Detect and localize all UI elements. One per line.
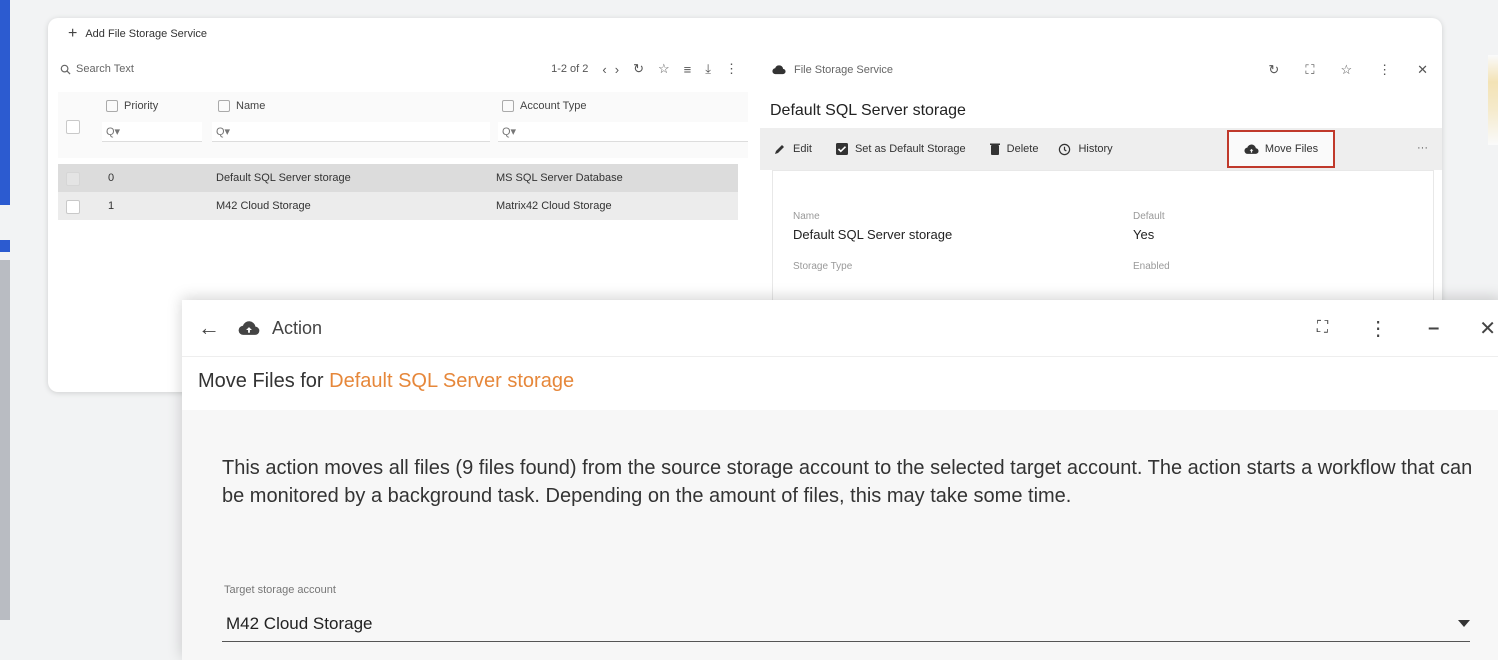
filter-icon[interactable]: ≡ bbox=[684, 62, 692, 77]
cell-account-type: Matrix42 Cloud Storage bbox=[496, 200, 612, 212]
cell-priority: 0 bbox=[108, 172, 115, 184]
edge-yellow-strip bbox=[1488, 55, 1498, 145]
more-vert-icon[interactable]: ⋮ bbox=[725, 61, 738, 77]
add-file-storage-label: Add File Storage Service bbox=[85, 28, 208, 40]
minimize-icon[interactable]: – bbox=[1428, 317, 1439, 340]
detail-header: File Storage Service ↻ ⛶ ☆ ⋮ ✕ bbox=[760, 58, 1442, 82]
dialog-header: ← Action ⛶ ⋮ – ✕ bbox=[182, 300, 1498, 357]
subtitle-prefix: Move Files for bbox=[198, 370, 324, 392]
refresh-icon[interactable]: ↻ bbox=[1268, 62, 1279, 78]
edge-blue-strip-small bbox=[0, 240, 10, 252]
checkbox-checked-icon bbox=[835, 143, 848, 155]
cloud-icon bbox=[238, 320, 260, 336]
target-storage-value: M42 Cloud Storage bbox=[226, 613, 373, 633]
name-filter[interactable]: Q▾ bbox=[212, 122, 490, 142]
expand-icon[interactable]: ⛶ bbox=[1305, 62, 1314, 78]
history-icon bbox=[1058, 143, 1071, 156]
column-priority-label: Priority bbox=[124, 100, 159, 112]
close-icon[interactable]: ✕ bbox=[1479, 316, 1496, 341]
dialog-subtitle: Move Files for Default SQL Server storag… bbox=[198, 370, 574, 393]
field-value: Default SQL Server storage bbox=[793, 227, 953, 242]
field-label: Default bbox=[1133, 211, 1165, 222]
column-name[interactable]: Name bbox=[218, 100, 265, 112]
dialog-title: Action bbox=[272, 317, 323, 338]
priority-filter[interactable]: Q▾ bbox=[102, 122, 202, 142]
cell-account-type: MS SQL Server Database bbox=[496, 172, 623, 184]
next-page-icon[interactable]: › bbox=[615, 62, 619, 77]
row-checkbox[interactable] bbox=[66, 200, 80, 214]
column-icon bbox=[502, 100, 514, 112]
delete-button[interactable]: Delete bbox=[989, 143, 1039, 155]
column-icon bbox=[218, 100, 230, 112]
dropdown-arrow-icon bbox=[1458, 619, 1470, 628]
history-label: History bbox=[1078, 143, 1113, 155]
dialog-description: This action moves all files (9 files fou… bbox=[222, 457, 1473, 507]
subtitle-highlight: Default SQL Server storage bbox=[329, 370, 575, 392]
edit-label: Edit bbox=[793, 143, 812, 155]
move-files-button[interactable]: Move Files bbox=[1227, 130, 1335, 168]
field-label: Storage Type bbox=[793, 261, 853, 272]
cloud-icon bbox=[772, 65, 786, 75]
column-account-type-label: Account Type bbox=[520, 100, 587, 112]
edge-blue-strip bbox=[0, 0, 10, 205]
field-label: Enabled bbox=[1133, 261, 1170, 272]
pager-text: 1-2 of 2 bbox=[551, 63, 589, 75]
refresh-icon[interactable]: ↻ bbox=[633, 61, 644, 77]
edge-grey-strip bbox=[0, 260, 10, 620]
pencil-icon bbox=[774, 143, 786, 155]
edit-button[interactable]: Edit bbox=[774, 143, 812, 155]
prev-page-icon[interactable]: ‹ bbox=[602, 62, 606, 77]
column-name-label: Name bbox=[236, 100, 266, 112]
column-account-type[interactable]: Account Type bbox=[502, 100, 586, 112]
history-button[interactable]: History bbox=[1058, 143, 1113, 156]
add-file-storage-bar[interactable]: + Add File Storage Service bbox=[48, 18, 1442, 50]
detail-title: Default SQL Server storage bbox=[770, 102, 966, 119]
cell-name: M42 Cloud Storage bbox=[216, 200, 311, 212]
back-arrow-icon[interactable]: ← bbox=[198, 315, 220, 341]
field-value: Yes bbox=[1133, 227, 1155, 242]
more-vert-icon[interactable]: ⋮ bbox=[1378, 62, 1391, 78]
download-icon[interactable]: ⤓ bbox=[705, 61, 711, 77]
dialog-body: This action moves all files (9 files fou… bbox=[182, 410, 1498, 660]
more-actions-button[interactable]: ··· bbox=[1417, 142, 1428, 154]
table-row[interactable]: 0 Default SQL Server storage MS SQL Serv… bbox=[58, 164, 738, 192]
move-files-label: Move Files bbox=[1264, 143, 1319, 155]
list-toolbar: Search Text 1-2 of 2 ‹ › ↻ ☆ ≡ ⤓ ⋮ bbox=[58, 58, 738, 80]
set-default-label: Set as Default Storage bbox=[854, 143, 966, 155]
select-all-checkbox[interactable] bbox=[66, 120, 80, 134]
row-checkbox[interactable] bbox=[66, 172, 80, 186]
search-icon bbox=[58, 64, 72, 75]
delete-label: Delete bbox=[1006, 143, 1039, 155]
detail-action-bar: Edit Set as Default Storage Delete Histo… bbox=[760, 128, 1442, 170]
column-icon bbox=[106, 100, 118, 112]
target-storage-label: Target storage account bbox=[224, 584, 336, 596]
star-icon[interactable]: ☆ bbox=[1340, 62, 1352, 78]
account-type-filter[interactable]: Q▾ bbox=[498, 122, 748, 142]
grid-header: Priority Name Account Type Q▾ Q▾ Q▾ bbox=[58, 92, 748, 158]
field-label: Name bbox=[793, 211, 820, 222]
close-icon[interactable]: ✕ bbox=[1417, 62, 1428, 78]
trash-icon bbox=[989, 143, 1000, 155]
search-input[interactable]: Search Text bbox=[76, 63, 134, 75]
more-vert-icon[interactable]: ⋮ bbox=[1368, 316, 1388, 341]
detail-header-label: File Storage Service bbox=[794, 64, 894, 76]
column-priority[interactable]: Priority bbox=[106, 100, 158, 112]
cell-priority: 1 bbox=[108, 200, 115, 212]
fullscreen-icon[interactable]: ⛶ bbox=[1317, 319, 1328, 337]
cloud-upload-icon bbox=[1244, 144, 1259, 155]
table-row[interactable]: 1 M42 Cloud Storage Matrix42 Cloud Stora… bbox=[58, 192, 738, 220]
star-icon[interactable]: ☆ bbox=[658, 61, 670, 77]
target-storage-select[interactable]: M42 Cloud Storage bbox=[222, 606, 1470, 642]
set-default-button[interactable]: Set as Default Storage bbox=[835, 143, 966, 155]
cell-name: Default SQL Server storage bbox=[216, 172, 351, 184]
action-dialog: ← Action ⛶ ⋮ – ✕ Move Files for Default … bbox=[182, 300, 1498, 660]
plus-icon: + bbox=[68, 25, 78, 42]
